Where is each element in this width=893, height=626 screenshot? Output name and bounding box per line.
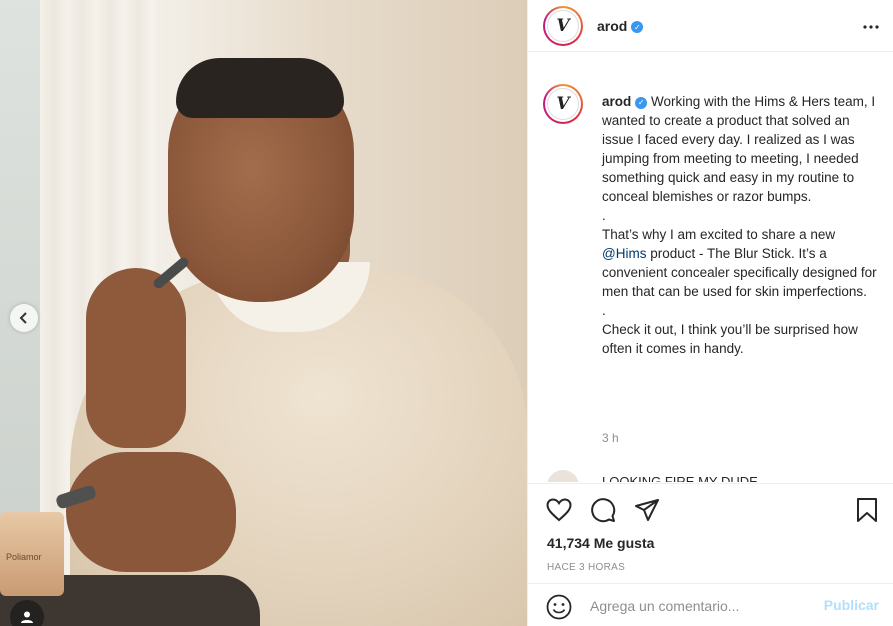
mention-link[interactable]: @Hims [602,246,646,261]
share-icon [635,499,659,521]
comments-list[interactable]: V arod ✓ Working with the Hims & Hers tea… [528,62,893,482]
caption-line-1: Working with the Hims & Hers team, I wan… [602,94,876,204]
previous-photo-button[interactable] [10,304,38,332]
caption-line-2: . [602,208,606,223]
post-header: V arod ✓ [528,0,893,52]
post-side-panel: V arod ✓ V arod ✓ Working with the Hims & … [527,0,893,626]
more-options-button[interactable] [862,14,880,35]
caption-line-4: . [602,303,606,318]
previous-arrow-icon [19,312,27,324]
avatar-logo: V [547,9,579,42]
more-options-icon [863,25,879,29]
header-username[interactable]: arod ✓ [597,18,644,34]
comment-button[interactable] [589,496,617,524]
caption-username[interactable]: arod [602,94,631,109]
comment-text: LOOKING FIRE MY DUDE [602,474,758,482]
person-hair [176,58,344,118]
share-button[interactable] [633,496,661,524]
user-tag-button[interactable] [10,600,44,626]
verified-icon: ✓ [631,21,644,33]
like-button[interactable] [545,496,573,524]
save-button[interactable] [853,496,881,524]
caption-line-5: Check it out, I think you’ll be surprise… [602,322,858,356]
post-photo[interactable]: Poliamor [0,0,527,626]
emoji-button[interactable] [546,594,572,625]
caption-timestamp[interactable]: 3 h [602,431,619,445]
raised-hand [86,268,186,448]
bookmark-icon [857,498,877,522]
heart-icon [546,498,572,522]
avatar[interactable]: V [543,5,583,46]
jar-label: Poliamor [6,552,42,562]
post-time-ago[interactable]: Hace 3 horas [547,562,625,573]
caption-line-3a: That’s why I am excited to share a new [602,227,836,242]
add-comment-bar: Publicar [528,583,893,626]
avatar-logo: V [547,88,579,120]
emoji-icon [546,594,572,620]
caption-text: arod ✓ Working with the Hims & Hers team,… [602,92,882,358]
verified-icon: ✓ [635,96,648,109]
comment-input[interactable] [590,594,810,618]
product-jar: Poliamor [0,512,64,596]
comment-avatar[interactable] [547,470,579,482]
user-tag-icon [21,611,33,623]
like-count[interactable]: 41,734 Me gusta [547,535,654,551]
post-comment-button[interactable]: Publicar [824,597,879,613]
caption-avatar[interactable]: V [543,84,583,124]
lower-hand [66,452,236,572]
comment-icon [591,498,616,523]
next-comment: LOOKING FIRE MY DUDE [543,470,883,482]
